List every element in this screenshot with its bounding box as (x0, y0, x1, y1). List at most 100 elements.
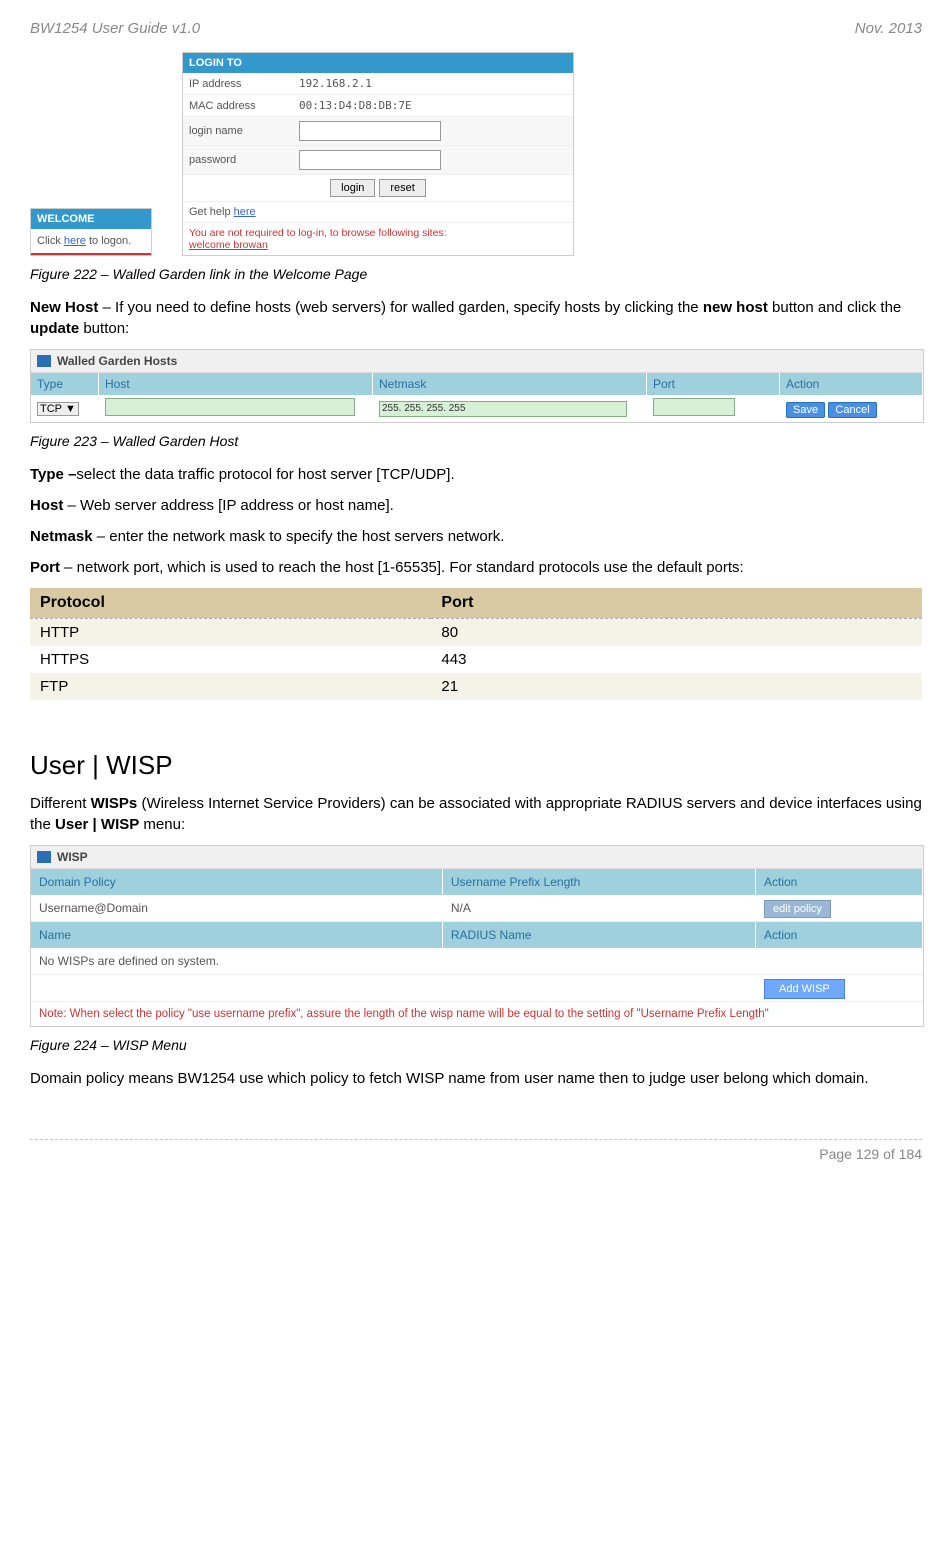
cell-proto: HTTPS (30, 646, 431, 673)
type-dropdown[interactable]: TCP▼ (37, 402, 79, 416)
table-row: HTTP 80 (30, 619, 922, 647)
table-row: FTP 21 (30, 673, 922, 700)
welcome-panel: WELCOME Click here to logon. (30, 208, 152, 256)
page-footer: Page 129 of 184 (30, 1139, 922, 1162)
wp5: menu: (139, 816, 185, 833)
login-name-label: login name (189, 125, 299, 137)
walled-garden-hosts-panel: Walled Garden Hosts Type Host Netmask Po… (30, 349, 924, 423)
wisp-h1-c1: Domain Policy (31, 869, 443, 895)
protocol-port-table: Protocol Port HTTP 80 HTTPS 443 FTP 21 (30, 588, 922, 700)
nh-b1: New Host (30, 299, 98, 316)
type-t: select the data traffic protocol for hos… (76, 466, 454, 483)
ip-value: 192.168.2.1 (299, 77, 372, 90)
wg-col-host: Host (99, 373, 373, 395)
port-input[interactable] (653, 398, 735, 416)
add-wisp-button[interactable]: Add WISP (764, 979, 845, 999)
nh-t1: – If you need to define hosts (web serve… (98, 299, 702, 316)
wg-col-port: Port (647, 373, 780, 395)
nm-t: – enter the network mask to specify the … (93, 528, 505, 545)
wisp-intro-paragraph: Different WISPs (Wireless Internet Servi… (30, 793, 922, 835)
port-b: Port (30, 559, 60, 576)
wg-col-type: Type (31, 373, 99, 395)
header-right: Nov. 2013 (855, 20, 922, 37)
footer-page: Page 129 of 184 (819, 1146, 922, 1162)
wisp-h2-c2: RADIUS Name (443, 922, 756, 948)
wp2: WISPs (91, 795, 138, 812)
wisp-d1-c2: N/A (443, 895, 756, 921)
wisp-h2-c3: Action (756, 922, 923, 948)
figure-223-caption: Figure 223 – Walled Garden Host (30, 433, 922, 449)
welcome-here-link[interactable]: here (64, 235, 86, 247)
note-link[interactable]: welcome browan (189, 239, 268, 251)
cell-port: 443 (431, 646, 922, 673)
page-header: BW1254 User Guide v1.0 Nov. 2013 (30, 20, 922, 37)
panel-icon (37, 851, 51, 863)
host-b: Host (30, 497, 63, 514)
wisp-d1-c1: Username@Domain (31, 895, 443, 921)
figure-224-caption: Figure 224 – WISP Menu (30, 1037, 922, 1053)
wisp-empty-text: No WISPs are defined on system. (31, 948, 923, 974)
help-link[interactable]: here (234, 206, 256, 218)
host-paragraph: Host – Web server address [IP address or… (30, 495, 922, 516)
wisp-h1-c3: Action (756, 869, 923, 895)
login-button[interactable]: login (330, 179, 375, 197)
wg-col-action: Action (780, 373, 923, 395)
type-value: TCP (40, 403, 62, 415)
port-t: – network port, which is used to reach t… (60, 559, 744, 576)
th-port: Port (431, 588, 922, 618)
wisp-h1-c2: Username Prefix Length (443, 869, 756, 895)
header-left: BW1254 User Guide v1.0 (30, 20, 200, 37)
save-button[interactable]: Save (786, 402, 825, 418)
login-note: You are not required to log-in, to brows… (183, 222, 573, 255)
cell-proto: FTP (30, 673, 431, 700)
note-text: You are not required to log-in, to brows… (189, 227, 447, 239)
nh-b3: update (30, 320, 79, 337)
section-title: User | WISP (30, 750, 922, 781)
host-t: – Web server address [IP address or host… (63, 497, 393, 514)
edit-policy-button[interactable]: edit policy (764, 900, 831, 918)
type-b: Type – (30, 466, 76, 483)
welcome-body-suffix: to logon. (86, 235, 131, 247)
wp4: User | WISP (55, 816, 139, 833)
wisp-h2-c1: Name (31, 922, 443, 948)
netmask-input[interactable]: 255. 255. 255. 255 (379, 401, 627, 417)
login-panel: LOGIN TO IP address 192.168.2.1 MAC addr… (182, 52, 574, 256)
type-paragraph: Type –select the data traffic protocol f… (30, 464, 922, 485)
welcome-panel-title: WELCOME (31, 209, 151, 229)
nh-t3: button: (79, 320, 129, 337)
wg-col-netmask: Netmask (373, 373, 647, 395)
wisp-empty-row: No WISPs are defined on system. (31, 948, 923, 975)
wg-data-row: TCP▼ 255. 255. 255. 255 Save Cancel (31, 395, 923, 422)
help-prefix: Get help (189, 206, 234, 218)
password-label: password (189, 154, 299, 166)
wisp-header-row-2: Name RADIUS Name Action (31, 922, 923, 948)
password-input[interactable] (299, 150, 441, 170)
figure-222-image: WELCOME Click here to logon. LOGIN TO IP… (30, 52, 922, 256)
panel-icon (37, 355, 51, 367)
cancel-button[interactable]: Cancel (828, 402, 876, 418)
wisp-panel: WISP Domain Policy Username Prefix Lengt… (30, 845, 924, 1027)
wisp-note: Note: When select the policy "use userna… (31, 1002, 923, 1026)
wisp-data-row-1: Username@Domain N/A edit policy (31, 895, 923, 922)
reset-button[interactable]: reset (379, 179, 425, 197)
cell-port: 80 (431, 619, 922, 647)
netmask-paragraph: Netmask – enter the network mask to spec… (30, 526, 922, 547)
chevron-down-icon: ▼ (65, 403, 76, 415)
figure-222-caption: Figure 222 – Walled Garden link in the W… (30, 266, 922, 282)
cell-proto: HTTP (30, 619, 431, 647)
mac-label: MAC address (189, 100, 299, 112)
nm-b: Netmask (30, 528, 93, 545)
cell-port: 21 (431, 673, 922, 700)
wisp-panel-title: WISP (57, 850, 88, 864)
host-input[interactable] (105, 398, 355, 416)
nh-b2: new host (703, 299, 768, 316)
login-name-input[interactable] (299, 121, 441, 141)
wisp-add-row: Add WISP (31, 975, 923, 1002)
table-header: Protocol Port (30, 588, 922, 618)
welcome-panel-body: Click here to logon. (31, 229, 151, 255)
login-panel-title: LOGIN TO (183, 53, 573, 73)
wg-panel-title: Walled Garden Hosts (57, 354, 177, 368)
login-help: Get help here (183, 201, 573, 222)
welcome-body-prefix: Click (37, 235, 64, 247)
port-paragraph: Port – network port, which is used to re… (30, 557, 922, 578)
